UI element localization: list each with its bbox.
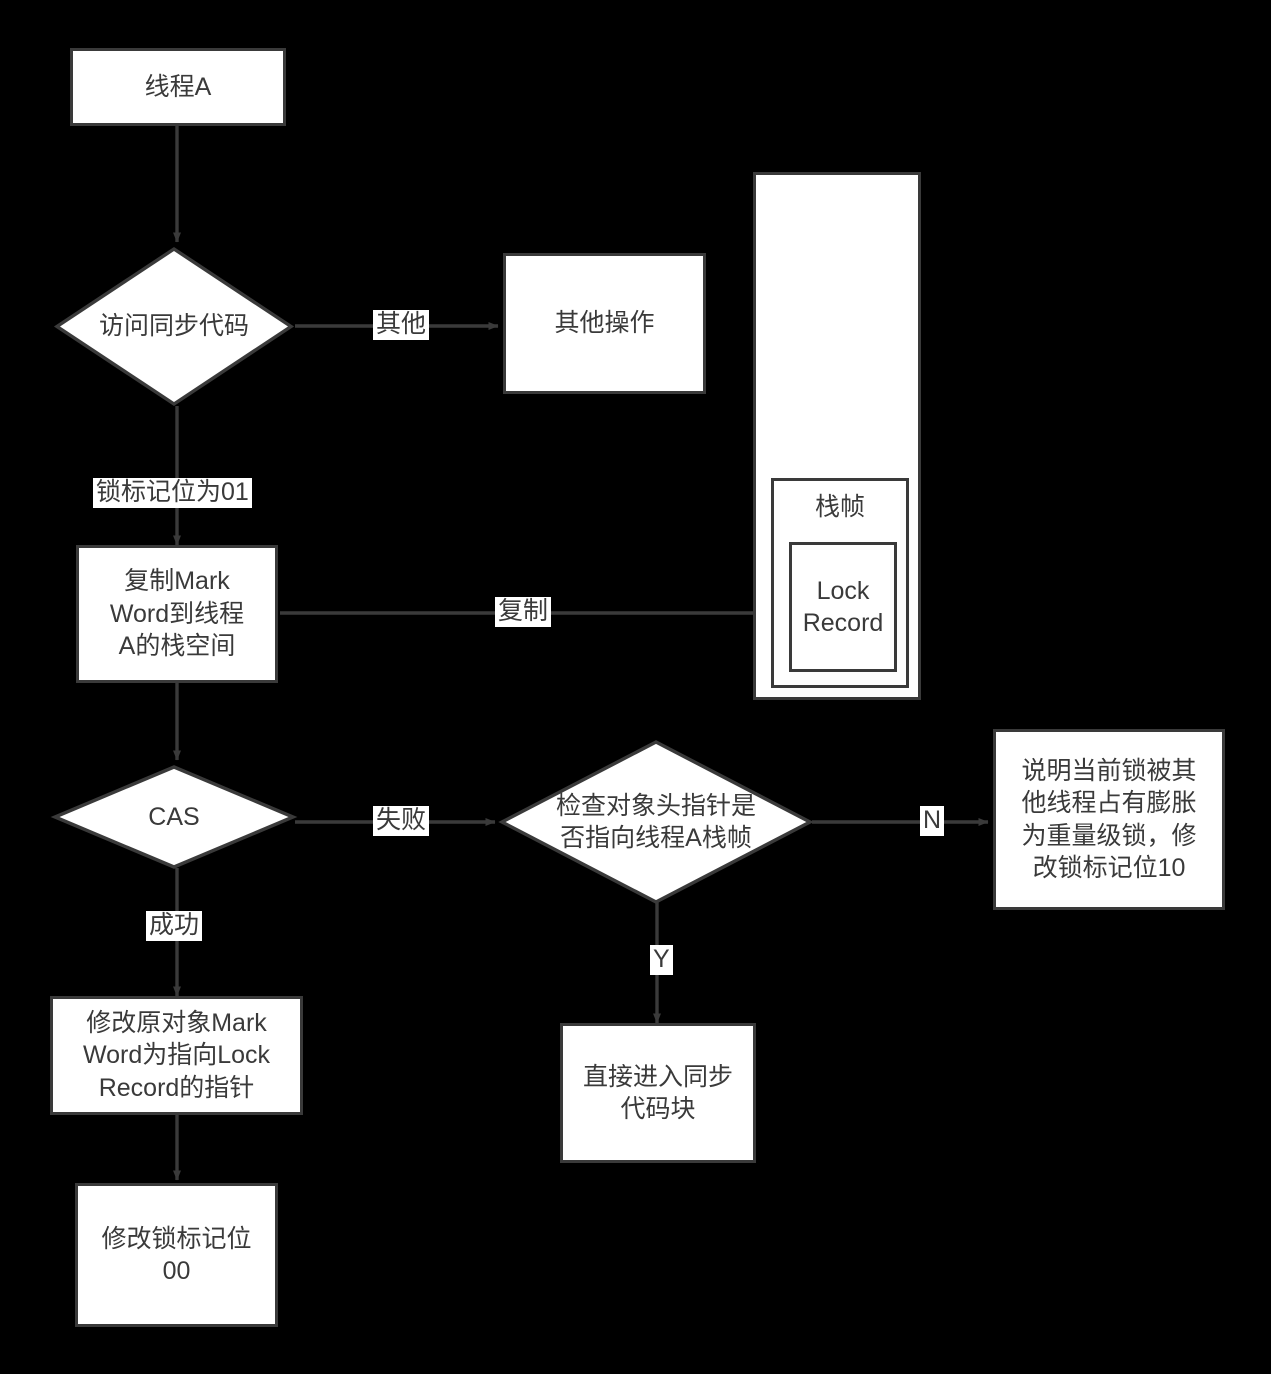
edge-label-copy: 复制 [495, 597, 552, 627]
cas-shape [50, 765, 298, 869]
node-inflate-heavyweight[interactable]: 说明当前锁被其 他线程占有膨胀 为重量级锁，修 改锁标记位10 [993, 729, 1225, 910]
node-enter-sync-block-label: 直接进入同步 代码块 [582, 1062, 733, 1124]
node-copy-markword[interactable]: 复制Mark Word到线程 A的栈空间 [76, 545, 278, 683]
stack-frame-label: 栈帧 [814, 493, 865, 521]
node-modify-markword-label: 修改原对象Mark Word为指向Lock Record的指针 [82, 1008, 271, 1102]
node-inflate-heavyweight-label: 说明当前锁被其 他线程占有膨胀 为重量级锁，修 改锁标记位10 [1021, 756, 1197, 883]
node-check-pointer[interactable]: 检查对象头指针是 否指向线程A栈帧 [498, 740, 814, 904]
check-pointer-shape [498, 740, 814, 904]
stack-outer-box[interactable]: 线程A 栈空间 栈帧 Lock Record [753, 172, 921, 700]
access-sync-code-shape [53, 246, 295, 407]
edge-label-yes: Y [650, 945, 673, 975]
stack-frame-box[interactable]: 栈帧 Lock Record [771, 478, 909, 688]
node-copy-markword-label: 复制Mark Word到线程 A的栈空间 [109, 567, 245, 661]
node-cas[interactable]: CAS [50, 765, 298, 869]
edge-label-fail: 失败 [373, 806, 430, 836]
node-modify-lock-flag[interactable]: 修改锁标记位 00 [75, 1183, 278, 1327]
flowchart-canvas: 线程A 访问同步代码 其他操作 线程A 栈空间 栈帧 Lock Record 复… [0, 0, 1271, 1374]
lock-record-label: Lock Record [802, 576, 884, 638]
node-other-operation-label: 其他操作 [554, 309, 655, 338]
node-thread-a[interactable]: 线程A [70, 48, 286, 126]
node-other-operation[interactable]: 其他操作 [503, 253, 706, 394]
node-modify-markword[interactable]: 修改原对象Mark Word为指向Lock Record的指针 [50, 996, 303, 1115]
node-access-sync-code[interactable]: 访问同步代码 [53, 246, 295, 407]
lock-record-box[interactable]: Lock Record [789, 542, 897, 672]
edge-label-success: 成功 [146, 911, 203, 941]
edge-label-lock-flag-01: 锁标记位为01 [93, 478, 252, 508]
edge-label-other: 其他 [373, 310, 430, 340]
edge-layer [173, 126, 989, 1181]
node-thread-a-label: 线程A [144, 72, 212, 101]
edge-label-no: N [920, 806, 945, 836]
node-modify-lock-flag-label: 修改锁标记位 00 [101, 1224, 252, 1286]
node-enter-sync-block[interactable]: 直接进入同步 代码块 [560, 1023, 756, 1163]
